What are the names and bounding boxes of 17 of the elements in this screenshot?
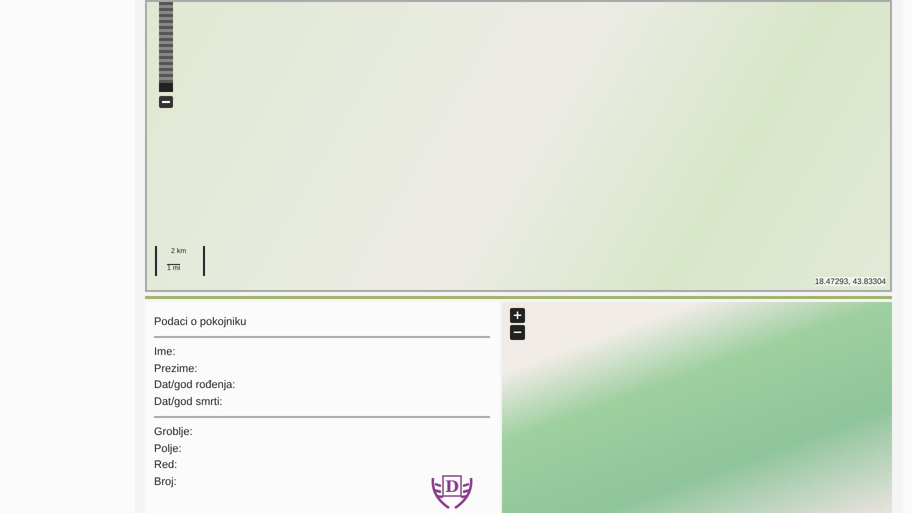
field-label: Groblje: [154,425,193,440]
zoom-in-button[interactable]: + [510,308,525,323]
zoom-out-icon[interactable] [159,96,173,108]
field-label: Prezime: [154,362,198,376]
field-label: Red: [154,458,178,473]
field-label: Dat/god smrti: [154,394,222,410]
slider-thumb[interactable] [159,83,173,92]
logo: D [427,472,477,512]
field-label: Broj: [154,474,177,490]
panel-title: Podaci o pokojniku [154,316,248,328]
coordinates-text: 18.47293, 43.83304 [814,277,886,286]
field-label: Ime: [154,345,176,360]
zoom-out-button[interactable]: − [510,325,525,340]
field-label: Dat/god rođenja: [154,378,236,393]
field-label: Polje: [154,442,182,456]
zoom-slider[interactable] [159,2,173,92]
cemetery-map[interactable]: + − [502,302,892,513]
